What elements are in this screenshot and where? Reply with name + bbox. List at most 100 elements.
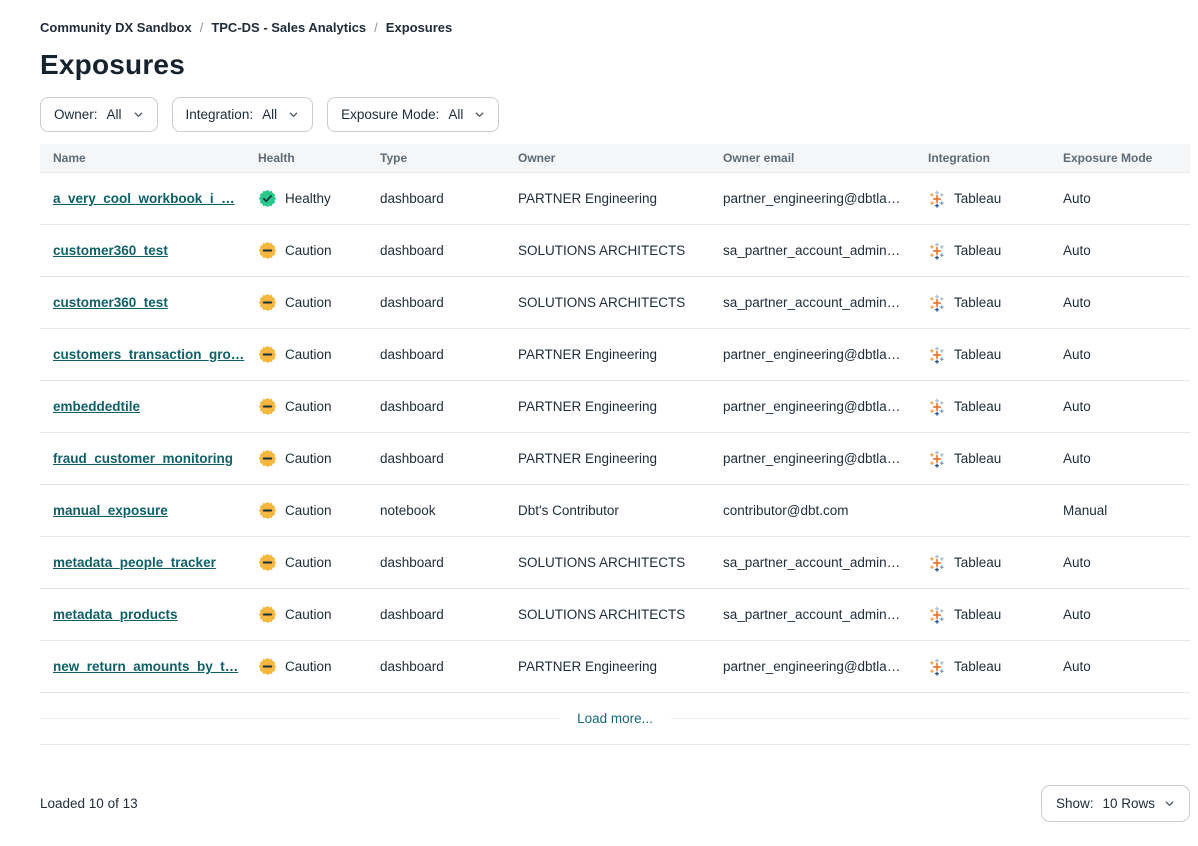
page-title: Exposures (40, 49, 1190, 81)
show-rows-label: Show: (1056, 796, 1094, 811)
owner-filter-value: All (107, 107, 122, 122)
table-footer: Loaded 10 of 13 Show: 10 Rows (40, 785, 1190, 822)
exposure-mode-cell: Auto (1063, 295, 1190, 310)
health-badge (258, 241, 277, 260)
show-rows-value: 10 Rows (1102, 796, 1155, 811)
exposure-name-link[interactable]: customer360_test (53, 243, 168, 258)
owner-cell: PARTNER Engineering (518, 399, 723, 414)
table-body: a_very_cool_workbook_i_… Healthy dashboa… (40, 173, 1190, 693)
tableau-icon (928, 450, 946, 468)
owner-email-cell: partner_engineering@dbtla… (723, 399, 928, 414)
owner-email-cell: contributor@dbt.com (723, 503, 928, 518)
breadcrumb-project[interactable]: Community DX Sandbox (40, 20, 192, 35)
table-row: embeddedtile Caution dashboard PARTNER E… (40, 381, 1190, 433)
exposure-name-link[interactable]: new_return_amounts_by_t… (53, 659, 238, 674)
table-row: customer360_test Caution dashboard SOLUT… (40, 277, 1190, 329)
divider (40, 718, 559, 719)
chevron-down-icon (288, 109, 299, 120)
owner-email-cell: partner_engineering@dbtla… (723, 659, 928, 674)
health-badge (258, 293, 277, 312)
table-row: new_return_amounts_by_t… Caution dashboa… (40, 641, 1190, 693)
health-label: Caution (285, 399, 332, 414)
breadcrumb-environment[interactable]: TPC-DS - Sales Analytics (211, 20, 366, 35)
exposure-name-link[interactable]: fraud_customer_monitoring (53, 451, 233, 466)
load-more-link[interactable]: Load more... (577, 711, 653, 726)
integration-filter-label: Integration: (186, 107, 254, 122)
health-badge (258, 605, 277, 624)
column-header-health: Health (258, 151, 380, 165)
exposure-mode-cell: Auto (1063, 451, 1190, 466)
owner-filter-label: Owner: (54, 107, 98, 122)
chevron-down-icon (1164, 798, 1175, 809)
integration-label: Tableau (954, 555, 1001, 570)
exposure-name-link[interactable]: customers_transaction_gro… (53, 347, 244, 362)
exposure-mode-cell: Auto (1063, 555, 1190, 570)
table-row: manual_exposure Caution notebook Dbt's C… (40, 485, 1190, 537)
owner-filter-dropdown[interactable]: Owner: All (40, 97, 158, 132)
tableau-icon (928, 658, 946, 676)
owner-email-cell: sa_partner_account_admin… (723, 243, 928, 258)
integration-label: Tableau (954, 295, 1001, 310)
health-badge (258, 553, 277, 572)
table-row: customers_transaction_gro… Caution dashb… (40, 329, 1190, 381)
filter-bar: Owner: All Integration: All Exposure Mod… (40, 97, 1190, 132)
chevron-down-icon (133, 109, 144, 120)
integration-filter-dropdown[interactable]: Integration: All (172, 97, 314, 132)
loaded-count-text: Loaded 10 of 13 (40, 796, 138, 811)
exposure-name-link[interactable]: manual_exposure (53, 503, 168, 518)
exposure-name-link[interactable]: metadata_people_tracker (53, 555, 216, 570)
health-label: Caution (285, 659, 332, 674)
health-label: Caution (285, 607, 332, 622)
owner-cell: PARTNER Engineering (518, 191, 723, 206)
owner-email-cell: sa_partner_account_admin… (723, 555, 928, 570)
integration-filter-value: All (262, 107, 277, 122)
exposure-name-link[interactable]: embeddedtile (53, 399, 140, 414)
health-badge (258, 657, 277, 676)
type-cell: dashboard (380, 555, 518, 570)
integration-label: Tableau (954, 659, 1001, 674)
exposure-name-link[interactable]: metadata_products (53, 607, 178, 622)
tableau-icon (928, 294, 946, 312)
column-header-type: Type (380, 151, 518, 165)
exposure-name-link[interactable]: customer360_test (53, 295, 168, 310)
integration-label: Tableau (954, 451, 1001, 466)
column-header-owner-email: Owner email (723, 151, 928, 165)
exposure-mode-cell: Manual (1063, 503, 1190, 518)
tableau-icon (928, 554, 946, 572)
column-header-name: Name (53, 151, 258, 165)
owner-email-cell: sa_partner_account_admin… (723, 295, 928, 310)
exposure-mode-cell: Auto (1063, 243, 1190, 258)
owner-cell: PARTNER Engineering (518, 451, 723, 466)
exposure-mode-filter-value: All (448, 107, 463, 122)
breadcrumb-separator: / (200, 20, 204, 35)
exposure-mode-cell: Auto (1063, 607, 1190, 622)
integration-label: Tableau (954, 399, 1001, 414)
tableau-icon (928, 190, 946, 208)
exposure-mode-filter-label: Exposure Mode: (341, 107, 439, 122)
chevron-down-icon (474, 109, 485, 120)
breadcrumb-separator: / (374, 20, 378, 35)
exposure-mode-filter-dropdown[interactable]: Exposure Mode: All (327, 97, 499, 132)
table-row: customer360_test Caution dashboard SOLUT… (40, 225, 1190, 277)
load-more-section: Load more... (40, 693, 1190, 745)
health-badge (258, 397, 277, 416)
exposure-name-link[interactable]: a_very_cool_workbook_i_… (53, 191, 235, 206)
health-badge (258, 501, 277, 520)
tableau-icon (928, 346, 946, 364)
column-header-integration: Integration (928, 151, 1063, 165)
show-rows-dropdown[interactable]: Show: 10 Rows (1041, 785, 1190, 822)
type-cell: dashboard (380, 451, 518, 466)
exposure-mode-cell: Auto (1063, 399, 1190, 414)
owner-cell: SOLUTIONS ARCHITECTS (518, 243, 723, 258)
owner-email-cell: partner_engineering@dbtla… (723, 347, 928, 362)
health-label: Healthy (285, 191, 331, 206)
type-cell: dashboard (380, 399, 518, 414)
owner-cell: PARTNER Engineering (518, 659, 723, 674)
owner-email-cell: partner_engineering@dbtla… (723, 191, 928, 206)
type-cell: dashboard (380, 295, 518, 310)
type-cell: dashboard (380, 659, 518, 674)
exposures-table: Name Health Type Owner Owner email Integ… (40, 144, 1190, 693)
table-header-row: Name Health Type Owner Owner email Integ… (40, 144, 1190, 173)
exposure-mode-cell: Auto (1063, 347, 1190, 362)
table-row: metadata_people_tracker Caution dashboar… (40, 537, 1190, 589)
